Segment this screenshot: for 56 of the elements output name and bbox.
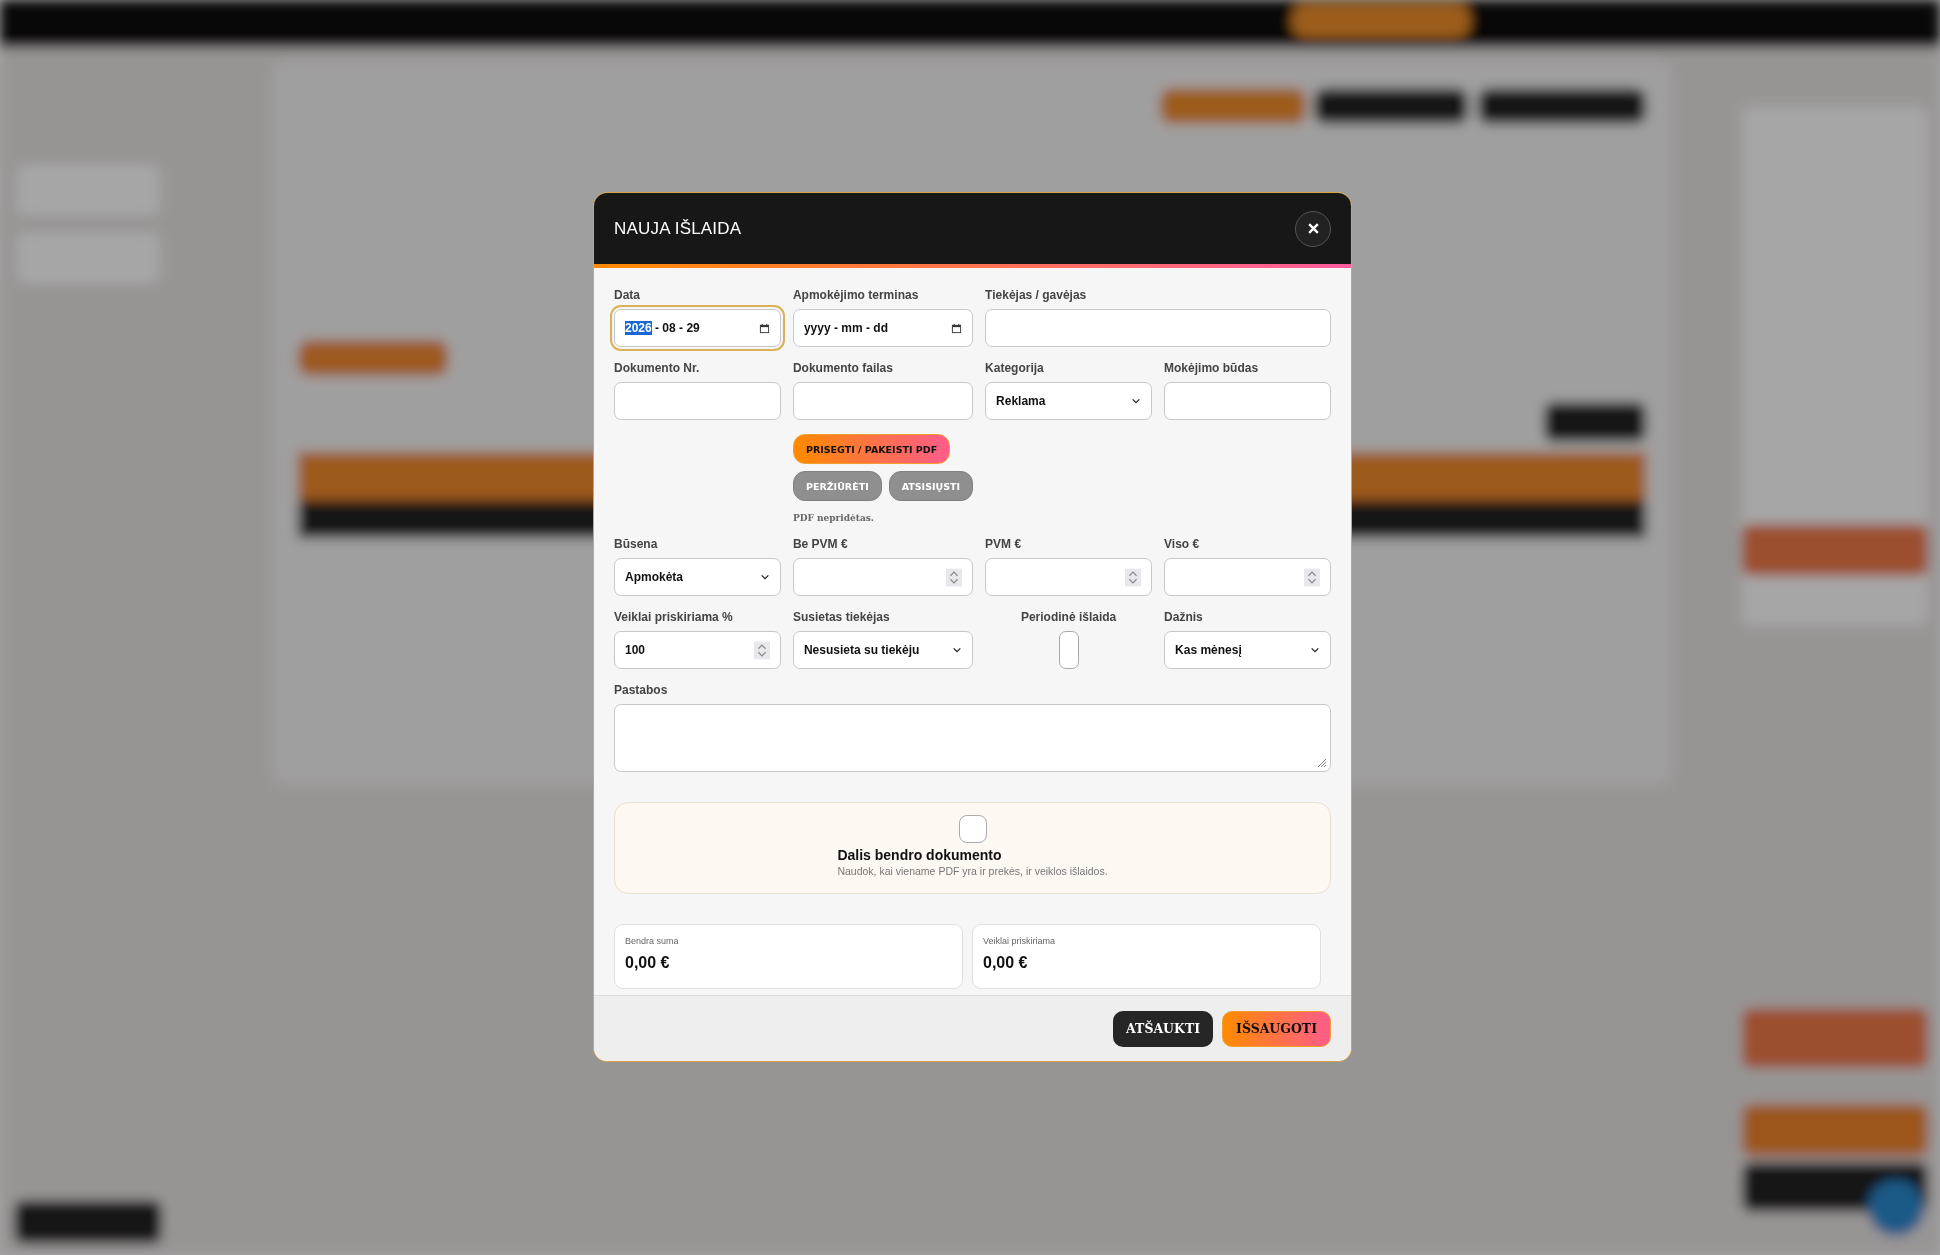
save-button[interactable]: IŠSAUGOTI	[1222, 1010, 1331, 1047]
chevron-down-icon	[759, 572, 770, 582]
field-label: Data	[614, 288, 641, 302]
field-label: Tiekėjas / gavėjas	[985, 288, 1088, 302]
field-label: Susietas tiekėjas	[792, 610, 891, 624]
select-field[interactable]: Kas mėnesį	[1164, 631, 1331, 669]
summary-value: 0,00 €	[625, 954, 671, 972]
calendar-icon	[758, 322, 770, 334]
field-label: Periodinė išlaida	[1020, 610, 1117, 624]
checkbox[interactable]	[958, 815, 987, 843]
field-label: Veiklai priskiriama %	[614, 610, 734, 624]
field-label: Viso €	[1164, 537, 1201, 551]
file-status-text: PDF nepridėtas.	[792, 513, 875, 523]
chevron-down-icon	[1310, 645, 1320, 655]
select-field[interactable]: Reklama	[985, 382, 1153, 420]
number-field[interactable]	[792, 558, 974, 596]
upload-button[interactable]: PRISEGTI / PAKEISTI PDF	[792, 434, 951, 464]
number-field[interactable]	[985, 558, 1153, 596]
calendar-icon	[951, 322, 963, 334]
chevron-down-icon	[1131, 396, 1142, 406]
select-field[interactable]: Nesusieta su tiekėju	[792, 631, 974, 669]
field-label: Dažnis	[1164, 610, 1204, 624]
summary-label: Bendra suma	[625, 936, 680, 946]
close-button[interactable]	[1295, 210, 1331, 247]
text-field[interactable]	[985, 309, 1331, 347]
field-label: Dokumento failas	[792, 361, 894, 375]
spinner-icon	[1304, 567, 1320, 587]
text-field[interactable]	[1164, 382, 1331, 420]
spinner-icon	[946, 567, 963, 587]
notes-field[interactable]	[614, 704, 1331, 772]
spinner-icon	[753, 640, 770, 660]
cancel-button[interactable]: ATŠAUKTI	[1113, 1010, 1214, 1047]
field-label: Pastabos	[614, 683, 669, 697]
text-field[interactable]	[614, 382, 781, 420]
field-label: Kategorija	[985, 361, 1045, 375]
dialog-title: NAUJA IŠLAIDA	[614, 218, 742, 239]
spinner-icon	[1125, 567, 1142, 587]
option-title: Dalis bendro dokumento	[837, 847, 1003, 863]
checkbox[interactable]	[1058, 631, 1079, 669]
resize-handle-icon	[1315, 756, 1327, 768]
close-icon	[1306, 222, 1320, 235]
file-field[interactable]	[792, 382, 974, 420]
summary-label: Veiklai priskiriama	[983, 936, 1057, 946]
chevron-down-icon	[952, 645, 963, 655]
number-field[interactable]	[1164, 558, 1331, 596]
date-field[interactable]: yyyy - mm - dd	[792, 309, 974, 347]
summary-value: 0,00 €	[983, 954, 1029, 972]
field-label: Apmokėjimo terminas	[792, 288, 920, 302]
field-label: Būsena	[614, 537, 659, 551]
field-label: PVM €	[985, 537, 1023, 551]
option-description: Naudok, kai viename PDF yra ir prekės, ir veiklos išlaidos.	[837, 865, 1108, 877]
select-field[interactable]: Apmokėta	[614, 558, 781, 596]
field-label: Mokėjimo būdas	[1164, 361, 1260, 375]
number-field[interactable]: 100	[614, 631, 781, 669]
field-label: Dokumento Nr.	[614, 361, 701, 375]
field-label: Be PVM €	[792, 537, 849, 551]
